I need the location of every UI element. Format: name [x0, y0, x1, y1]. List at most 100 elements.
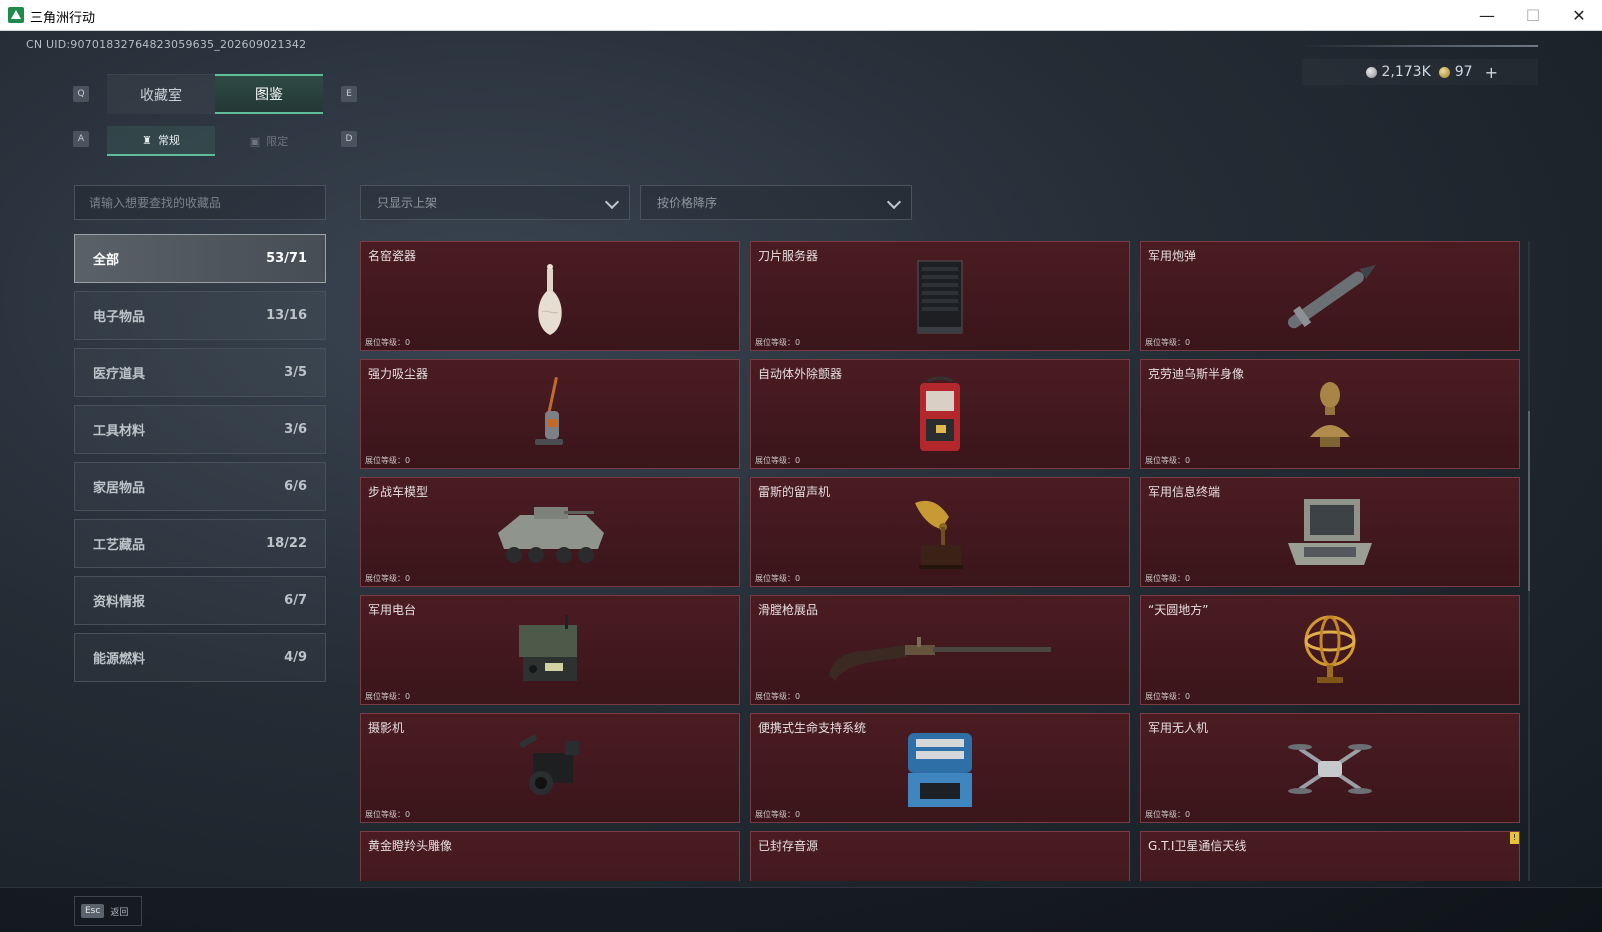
item-card[interactable]: 军用信息终端 展位等级：0	[1140, 477, 1520, 587]
chevron-down-icon	[604, 194, 620, 210]
search-input[interactable]	[74, 185, 326, 220]
category-count: 6/7	[284, 593, 307, 608]
category-medical[interactable]: 医疗道具 3/5	[74, 348, 326, 397]
category-electronics[interactable]: 电子物品 13/16	[74, 291, 326, 340]
key-hint-q: Q	[73, 86, 89, 102]
item-card[interactable]: 自动体外除颤器 展位等级：0	[750, 359, 1130, 469]
blade-server-icon	[880, 256, 1000, 338]
category-crafts[interactable]: 工艺藏品 18/22	[74, 519, 326, 568]
silver-currency: 2,173K	[1365, 64, 1431, 80]
key-hint-e: E	[341, 86, 357, 102]
category-label: 电子物品	[93, 310, 146, 325]
category-label: 医疗道具	[93, 367, 146, 382]
gold-amount: 97	[1454, 64, 1473, 80]
item-card[interactable]: “天圆地方” 展位等级：0	[1140, 595, 1520, 705]
item-card[interactable]: 军用炮弹 展位等级：0	[1140, 241, 1520, 351]
item-card[interactable]: 黄金瞪羚头雕像	[360, 831, 740, 881]
item-card[interactable]: 摄影机 展位等级：0	[360, 713, 740, 823]
item-card[interactable]: 克劳迪乌斯半身像 展位等级：0	[1140, 359, 1520, 469]
scrollbar-thumb[interactable]	[1528, 411, 1530, 591]
camera-icon	[490, 728, 610, 810]
item-card[interactable]: 滑膛枪展品 展位等级：0	[750, 595, 1130, 705]
game-viewport: CN UID:9070183276482305963​5_20260902134…	[0, 31, 1602, 932]
item-card[interactable]: G.T.I卫星通信天线 !	[1140, 831, 1520, 881]
category-household[interactable]: 家居物品 6/6	[74, 462, 326, 511]
collectible-grid: 名窑瓷器 展位等级：0 刀片服务器 展位等级：0 军用炮弹 展位等级：0 强力吸…	[360, 241, 1530, 881]
key-hint-d: D	[341, 131, 357, 147]
chevron-down-icon	[886, 194, 902, 210]
item-card[interactable]: 名窑瓷器 展位等级：0	[360, 241, 740, 351]
sort-dropdown[interactable]: 按价格降序	[640, 185, 912, 220]
window-titlebar: 三角洲行动 — ☐ ✕	[0, 0, 1602, 31]
item-card[interactable]: 便携式生命支持系统 展位等级：0	[750, 713, 1130, 823]
header-decor-line	[1302, 45, 1538, 47]
item-name: 克劳迪乌斯半身像	[1148, 367, 1245, 381]
shelf-filter-label: 只显示上架	[377, 196, 438, 210]
booth-level: 展位等级：0	[1145, 574, 1191, 583]
maximize-button[interactable]: ☐	[1510, 0, 1556, 30]
close-button[interactable]: ✕	[1556, 0, 1602, 30]
category-tools[interactable]: 工具材料 3/6	[74, 405, 326, 454]
tab-catalog[interactable]: 图鉴	[215, 74, 323, 114]
silver-coin-icon	[1365, 66, 1377, 78]
booth-level: 展位等级：0	[365, 456, 411, 465]
item-name: G.T.I卫星通信天线	[1148, 839, 1247, 853]
bottom-bar: Esc 返回	[0, 887, 1602, 932]
booth-level: 展位等级：0	[755, 456, 801, 465]
back-button[interactable]: Esc 返回	[74, 896, 142, 926]
subtab-limited-label: 限定	[266, 135, 289, 148]
minimize-button[interactable]: —	[1464, 0, 1510, 30]
military-radio-icon	[490, 610, 610, 692]
category-energy[interactable]: 能源燃料 4/9	[74, 633, 326, 682]
booth-level: 展位等级：0	[755, 692, 801, 701]
item-name: 强力吸尘器	[368, 367, 429, 381]
musket-icon	[820, 610, 1060, 692]
item-name: 军用炮弹	[1148, 249, 1197, 263]
item-name: 便携式生命支持系统	[758, 721, 867, 735]
esc-key-hint: Esc	[81, 904, 105, 918]
booth-level: 展位等级：0	[1145, 810, 1191, 819]
item-card[interactable]: 雷斯的留声机 展位等级：0	[750, 477, 1130, 587]
subtab-limited[interactable]: ▣ 限定	[215, 126, 323, 156]
item-card[interactable]: 已封存音源	[750, 831, 1130, 881]
vacuum-cleaner-icon	[490, 374, 610, 456]
category-count: 3/6	[284, 422, 307, 437]
item-card[interactable]: 军用无人机 展位等级：0	[1140, 713, 1520, 823]
category-all[interactable]: 全部 53/71	[74, 234, 326, 283]
sort-label: 按价格降序	[657, 196, 718, 210]
booth-level: 展位等级：0	[365, 692, 411, 701]
currency-panel: 2,173K 97 +	[1302, 59, 1538, 85]
item-card[interactable]: 刀片服务器 展位等级：0	[750, 241, 1130, 351]
item-name: 已封存音源	[758, 839, 819, 853]
item-card[interactable]: 强力吸尘器 展位等级：0	[360, 359, 740, 469]
category-label: 工具材料	[93, 424, 146, 439]
item-name: 军用信息终端	[1148, 485, 1221, 499]
booth-level: 展位等级：0	[365, 338, 411, 347]
tab-collection-room[interactable]: 收藏室	[107, 74, 215, 114]
category-count: 18/22	[266, 536, 307, 551]
life-support-icon	[880, 728, 1000, 810]
booth-level: 展位等级：0	[755, 574, 801, 583]
item-name: 军用无人机	[1148, 721, 1209, 735]
item-name: 摄影机	[368, 721, 405, 735]
item-name: 名窑瓷器	[368, 249, 417, 263]
item-card[interactable]: 军用电台 展位等级：0	[360, 595, 740, 705]
category-label: 家居物品	[93, 481, 146, 496]
artillery-shell-icon	[1270, 256, 1390, 338]
silver-amount: 2,173K	[1381, 64, 1431, 80]
item-card[interactable]: 步战车模型 展位等级：0	[360, 477, 740, 587]
category-intel[interactable]: 资料情报 6/7	[74, 576, 326, 625]
booth-level: 展位等级：0	[1145, 338, 1191, 347]
defibrillator-icon	[880, 374, 1000, 456]
gold-coin-icon	[1438, 66, 1450, 78]
subtab-regular[interactable]: ♜ 常规	[107, 126, 215, 156]
category-label: 全部	[93, 253, 120, 268]
booth-level: 展位等级：0	[755, 338, 801, 347]
category-count: 13/16	[266, 308, 307, 323]
booth-level: 展位等级：0	[755, 810, 801, 819]
add-currency-button[interactable]: +	[1485, 63, 1498, 82]
porcelain-vase-icon	[490, 256, 610, 338]
item-name: 黄金瞪羚头雕像	[368, 839, 453, 853]
category-label: 工艺藏品	[93, 538, 146, 553]
shelf-filter-dropdown[interactable]: 只显示上架	[360, 185, 630, 220]
